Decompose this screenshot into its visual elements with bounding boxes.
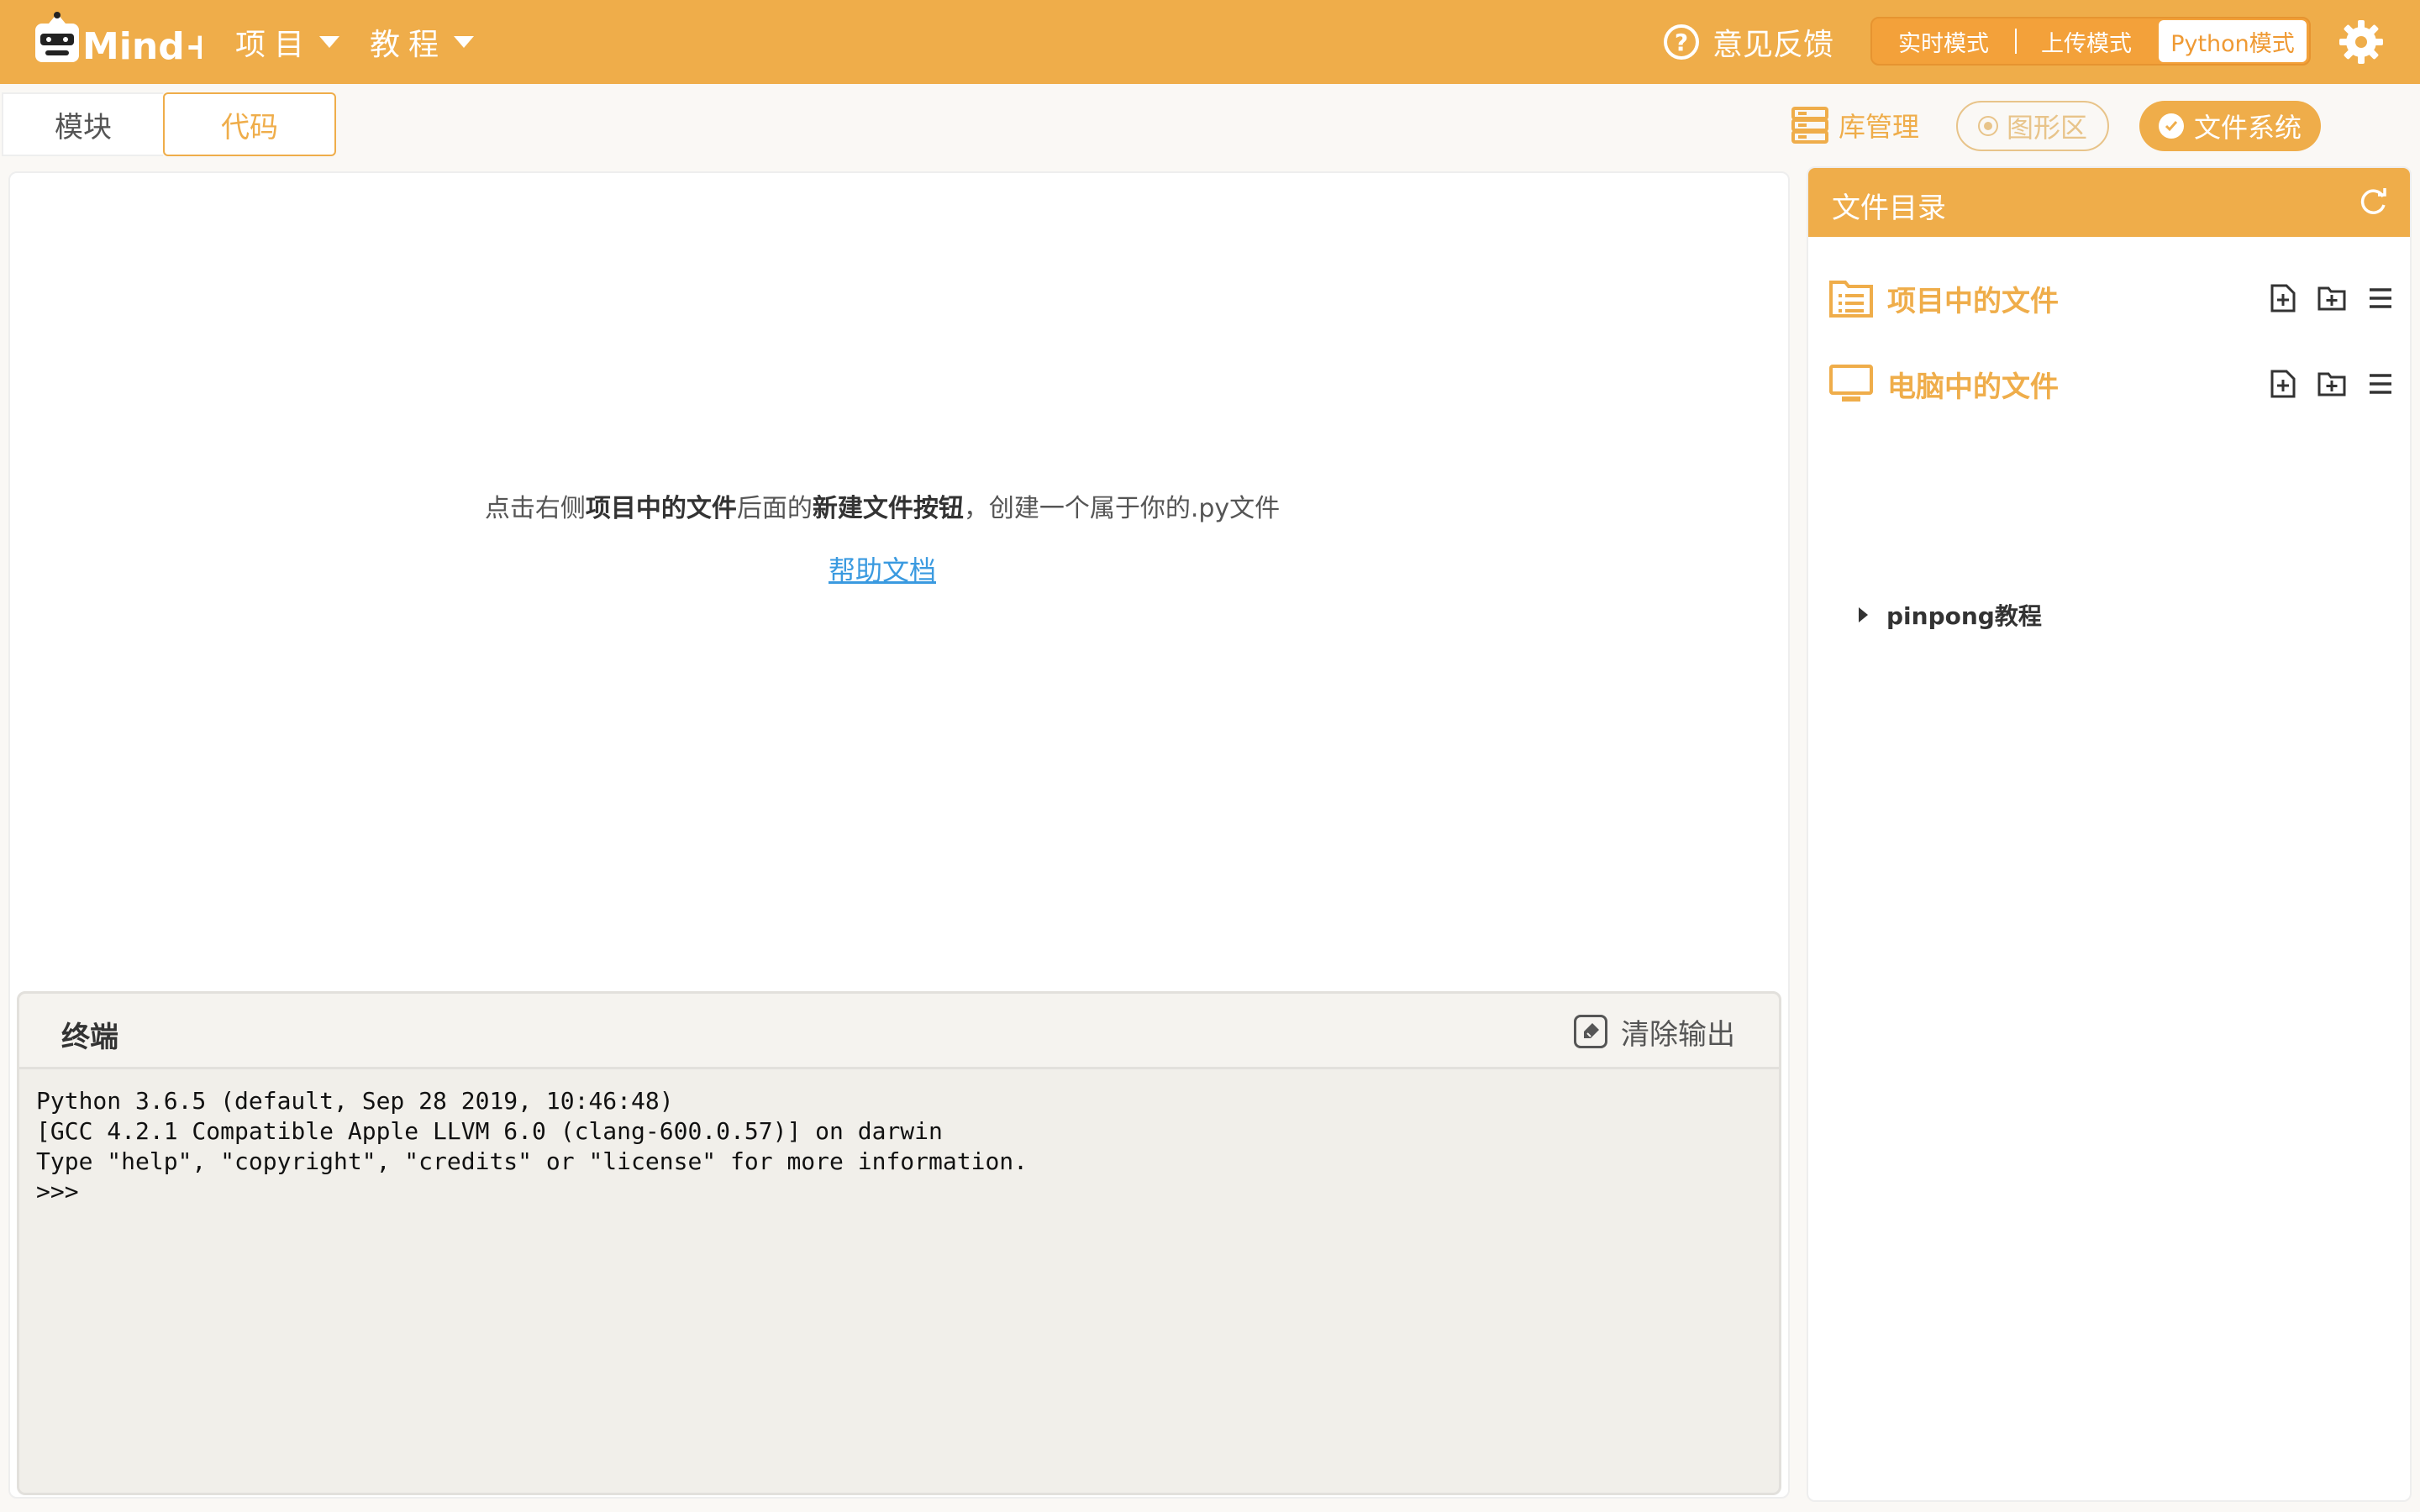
feedback-button[interactable]: ? 意见反馈 — [1664, 18, 1833, 66]
check-icon — [2158, 113, 2184, 139]
mind-plus-logo[interactable]: Mind+ — [34, 12, 202, 72]
clear-output-label: 清除输出 — [1621, 1017, 1735, 1052]
chevron-down-icon — [319, 36, 340, 48]
menu-project-label: 项目 — [235, 28, 313, 62]
hint-text-1: 点击右侧 — [484, 494, 586, 523]
terminal-output[interactable]: Python 3.6.5 (default, Sep 28 2019, 10:4… — [36, 1086, 1767, 1207]
terminal-panel: 终端 清除输出 Python 3.6.5 (default, Sep 28 20… — [17, 991, 1781, 1495]
new-folder-icon[interactable] — [2312, 365, 2351, 403]
project-files-label: 项目中的文件 — [1887, 284, 2059, 318]
section-computer-files: 电脑中的文件 — [1828, 354, 2400, 413]
terminal-header: 终端 清除输出 — [19, 994, 1779, 1069]
tree-item-label: pinpong教程 — [1886, 602, 2042, 630]
mode-realtime[interactable]: 实时模式 — [1872, 18, 2015, 64]
top-bar: Mind+ 项目 教程 ? 意见反馈 实时模式 上传模式 Python模式 — [0, 0, 2420, 84]
terminal-title: 终端 — [61, 1021, 118, 1054]
mode-switcher: 实时模式 上传模式 Python模式 — [1870, 17, 2311, 66]
computer-files-label: 电脑中的文件 — [1887, 370, 2059, 404]
folder-list-icon — [1829, 281, 1873, 318]
server-icon — [1791, 107, 1828, 144]
refresh-icon[interactable] — [2356, 185, 2390, 218]
library-manager-button[interactable]: 库管理 — [1790, 99, 1919, 151]
radio-icon — [1977, 116, 1998, 136]
file-panel-header: 文件目录 — [1808, 168, 2410, 237]
graphic-area-label: 图形区 — [2006, 112, 2087, 144]
logo-text: Mind+ — [82, 25, 202, 68]
menu-icon[interactable] — [2361, 365, 2400, 403]
help-doc-link[interactable]: 帮助文档 — [8, 549, 1756, 588]
file-directory-panel: 文件目录 项目中的文件 电脑中的文件 pinpong教程 — [1807, 166, 2412, 1502]
caret-right-icon — [1859, 607, 1868, 622]
empty-editor-hint: 点击右侧项目中的文件后面的新建文件按钮，创建一个属于你的.py文件 — [8, 487, 1756, 524]
library-manager-label: 库管理 — [1839, 111, 1920, 143]
section-project-files: 项目中的文件 — [1828, 269, 2400, 328]
graphic-area-toggle[interactable]: 图形区 — [1956, 101, 2109, 151]
feedback-label: 意见反馈 — [1712, 28, 1834, 62]
gear-icon[interactable] — [2336, 17, 2386, 67]
hint-project-files: 项目中的文件 — [585, 494, 737, 523]
file-system-label: 文件系统 — [2193, 112, 2302, 144]
clear-output-button[interactable]: 清除输出 — [1574, 1012, 1735, 1052]
tree-item-folder[interactable]: pinpong教程 — [1859, 598, 2042, 632]
new-file-icon[interactable] — [2264, 279, 2302, 318]
file-system-toggle[interactable]: 文件系统 — [2139, 101, 2321, 151]
new-file-icon[interactable] — [2264, 365, 2302, 403]
broom-icon — [1574, 1015, 1607, 1048]
new-folder-icon[interactable] — [2312, 279, 2351, 318]
tab-code[interactable]: 代码 — [163, 92, 336, 156]
menu-tutorial[interactable]: 教程 — [370, 18, 475, 66]
hint-text-2: 后面的 — [736, 494, 813, 523]
mode-python[interactable]: Python模式 — [2159, 20, 2307, 62]
hint-text-3: ，创建一个属于你的.py文件 — [963, 494, 1281, 523]
file-panel-title: 文件目录 — [1832, 192, 1946, 225]
chevron-down-icon — [454, 36, 475, 48]
question-icon: ? — [1664, 24, 1699, 60]
menu-project[interactable]: 项目 — [235, 18, 340, 66]
mode-upload[interactable]: 上传模式 — [2017, 18, 2156, 64]
menu-icon[interactable] — [2361, 279, 2400, 318]
monitor-icon — [1829, 365, 1873, 402]
hint-new-file-button: 新建文件按钮 — [812, 494, 964, 523]
menu-tutorial-label: 教程 — [370, 28, 448, 62]
tab-blocks[interactable]: 模块 — [2, 92, 163, 156]
